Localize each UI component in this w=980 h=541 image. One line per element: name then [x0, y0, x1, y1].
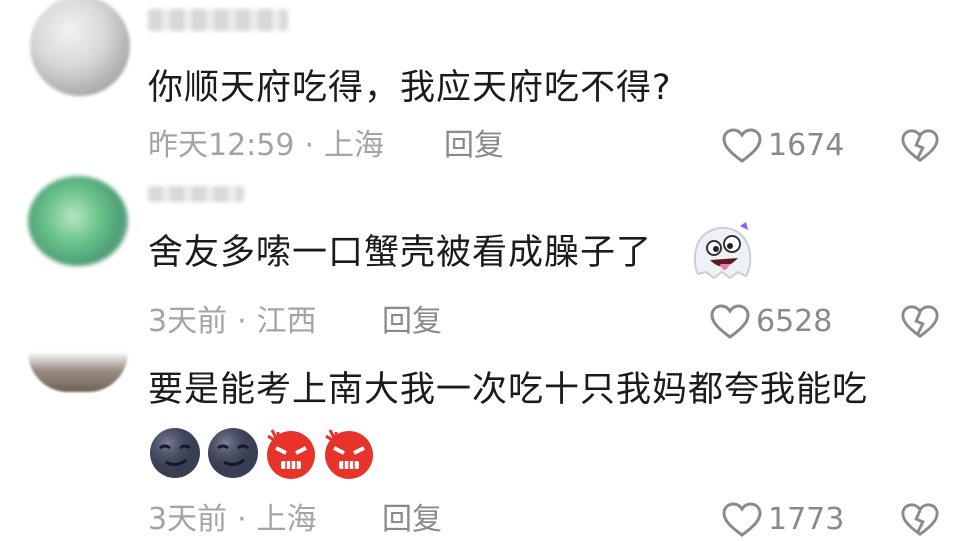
broken-heart-icon[interactable]	[901, 502, 939, 538]
comment-time: 3天前	[148, 502, 228, 537]
like-count: 6528	[756, 304, 833, 339]
angry-face-emoji	[325, 429, 373, 479]
broken-heart-icon[interactable]	[901, 304, 939, 340]
dark-smirk-face-emoji	[208, 428, 258, 478]
emoji-row	[148, 426, 376, 480]
crazy-ghost-face-sticker	[693, 222, 752, 280]
comment-time: 昨天12:59	[148, 128, 295, 163]
reply-button[interactable]: 回复	[444, 126, 504, 166]
comment-location: 上海	[256, 502, 317, 537]
angry-face-emoji	[267, 429, 315, 479]
comment-text: 你顺天府吃得，我应天府吃不得?	[148, 68, 672, 108]
comment-time: 3天前	[148, 304, 228, 339]
comment-meta: 3天前 · 江西	[148, 302, 317, 342]
username-blurred[interactable]	[148, 9, 288, 31]
comment-location: 江西	[256, 304, 317, 339]
comment-meta: 3天前 · 上海	[148, 500, 317, 540]
like-button[interactable]: 1674	[722, 126, 844, 166]
like-count: 1674	[768, 128, 845, 163]
comment-meta: 昨天12:59 · 上海	[148, 126, 384, 166]
meta-separator: ·	[304, 128, 315, 163]
heart-outline-icon	[722, 502, 762, 537]
comment-location: 上海	[324, 128, 385, 163]
heart-outline-icon	[710, 304, 750, 339]
avatar[interactable]	[28, 352, 128, 392]
like-count: 1773	[768, 502, 845, 537]
meta-separator: ·	[237, 502, 247, 537]
comment-text: 舍友多嗦一口蟹壳被看成臊子了	[148, 233, 653, 273]
broken-heart-icon[interactable]	[901, 128, 939, 164]
comment-text: 要是能考上南大我一次吃十只我妈都夸我能吃	[148, 370, 869, 410]
like-button[interactable]: 6528	[710, 302, 832, 342]
heart-outline-icon	[722, 128, 762, 163]
avatar[interactable]	[30, 0, 130, 96]
like-button[interactable]: 1773	[722, 500, 844, 540]
avatar[interactable]	[28, 176, 128, 266]
reply-button[interactable]: 回复	[382, 500, 442, 540]
username-blurred[interactable]	[148, 186, 244, 202]
reply-button[interactable]: 回复	[382, 302, 442, 342]
meta-separator: ·	[237, 304, 247, 339]
dark-smirk-face-emoji	[150, 428, 200, 478]
